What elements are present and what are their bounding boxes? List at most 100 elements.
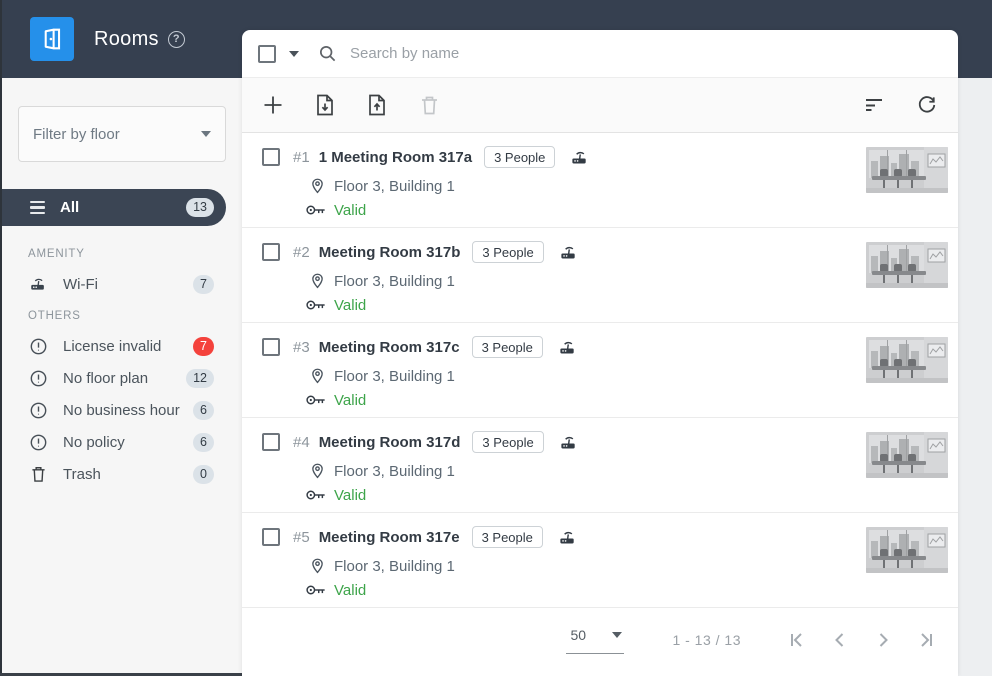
search-bar xyxy=(242,30,958,78)
previous-page-button[interactable] xyxy=(830,630,850,650)
page-size-value: 50 xyxy=(570,627,586,643)
location-pin-icon xyxy=(310,367,325,385)
sidebar-item[interactable]: No business hour 6 xyxy=(0,394,242,426)
first-page-button[interactable] xyxy=(787,630,807,650)
amenity-items: Wi-Fi 7 xyxy=(0,268,242,300)
room-list-item[interactable]: #1 1 Meeting Room 317a 3 People Floor 3,… xyxy=(242,133,958,228)
capacity-badge: 3 People xyxy=(472,241,543,263)
search-icon xyxy=(318,44,337,63)
sidebar-item-all[interactable]: All 13 xyxy=(0,189,226,226)
license-key-icon xyxy=(306,204,326,216)
export-file-icon[interactable] xyxy=(366,94,388,116)
license-status: Valid xyxy=(334,487,366,504)
room-name: Meeting Room 317e xyxy=(319,529,460,546)
room-list-item[interactable]: #4 Meeting Room 317d 3 People Floor 3, B… xyxy=(242,418,958,513)
sidebar-item-label: License invalid xyxy=(63,338,161,355)
filter-by-floor-select[interactable]: Filter by floor xyxy=(18,106,226,162)
sidebar-item[interactable]: Wi-Fi 7 xyxy=(0,268,242,300)
room-index: #2 xyxy=(293,244,310,261)
alert-circle-icon xyxy=(28,400,48,420)
brand: Rooms ? xyxy=(30,17,185,61)
capacity-badge: 3 People xyxy=(472,431,543,453)
room-thumbnail xyxy=(866,432,948,478)
sidebar-item-label: Trash xyxy=(63,466,101,483)
count-badge: 7 xyxy=(193,275,214,294)
room-list-item[interactable]: #3 Meeting Room 317c 3 People Floor 3, B… xyxy=(242,323,958,418)
selection-menu-caret-icon[interactable] xyxy=(289,51,299,57)
license-key-icon xyxy=(306,299,326,311)
room-index: #5 xyxy=(293,529,310,546)
capacity-badge: 3 People xyxy=(472,526,543,548)
room-thumbnail xyxy=(866,527,948,573)
sidebar-item[interactable]: Trash 0 xyxy=(0,458,242,490)
window-left-edge xyxy=(0,0,2,676)
page-title-text: Rooms xyxy=(94,28,159,51)
wifi-router-icon xyxy=(558,529,577,546)
sidebar-item[interactable]: License invalid 7 xyxy=(0,330,242,362)
next-page-button[interactable] xyxy=(873,630,893,650)
room-name: 1 Meeting Room 317a xyxy=(319,149,472,166)
room-name: Meeting Room 317b xyxy=(319,244,461,261)
room-list-item[interactable]: #2 Meeting Room 317b 3 People Floor 3, B… xyxy=(242,228,958,323)
room-name: Meeting Room 317d xyxy=(319,434,461,451)
capacity-badge: 3 People xyxy=(484,146,555,168)
sidebar-item[interactable]: No floor plan 12 xyxy=(0,362,242,394)
sidebar-item-label: No floor plan xyxy=(63,370,148,387)
location-pin-icon xyxy=(310,177,325,195)
license-status: Valid xyxy=(334,297,366,314)
trash-icon xyxy=(28,464,48,484)
sidebar-item-label: Wi-Fi xyxy=(63,276,98,293)
license-key-icon xyxy=(306,584,326,596)
last-page-button[interactable] xyxy=(916,630,936,650)
license-status: Valid xyxy=(334,392,366,409)
room-index: #3 xyxy=(293,339,310,356)
help-icon[interactable]: ? xyxy=(168,31,185,48)
wifi-router-icon xyxy=(28,274,48,294)
page-title: Rooms ? xyxy=(94,28,185,51)
page-size-select[interactable]: 50 xyxy=(566,627,624,654)
select-all-checkbox[interactable] xyxy=(258,45,276,63)
sidebar-item-label: No policy xyxy=(63,434,125,451)
count-badge: 0 xyxy=(193,465,214,484)
alert-circle-icon xyxy=(28,336,48,356)
row-checkbox[interactable] xyxy=(262,528,280,546)
sidebar-item-label: All xyxy=(60,199,79,216)
others-items: License invalid 7 No floor xyxy=(0,330,242,490)
room-location: Floor 3, Building 1 xyxy=(334,558,455,575)
pagination-range-label: 1 - 13 / 13 xyxy=(672,632,741,648)
wifi-router-icon xyxy=(558,339,577,356)
row-checkbox[interactable] xyxy=(262,148,280,166)
license-status: Valid xyxy=(334,582,366,599)
room-name: Meeting Room 317c xyxy=(319,339,460,356)
rooms-panel: #1 1 Meeting Room 317a 3 People Floor 3,… xyxy=(242,30,958,676)
filter-by-floor-label: Filter by floor xyxy=(33,126,120,143)
row-checkbox[interactable] xyxy=(262,433,280,451)
count-badge: 13 xyxy=(186,198,214,217)
room-location: Floor 3, Building 1 xyxy=(334,178,455,195)
location-pin-icon xyxy=(310,557,325,575)
refresh-icon[interactable] xyxy=(916,94,938,116)
license-key-icon xyxy=(306,489,326,501)
room-index: #1 xyxy=(293,149,310,166)
delete-trash-icon[interactable] xyxy=(418,94,440,116)
chevron-down-icon xyxy=(612,632,622,638)
alert-circle-icon xyxy=(28,432,48,452)
room-location: Floor 3, Building 1 xyxy=(334,273,455,290)
search-input[interactable] xyxy=(350,45,942,62)
rooms-app-logo[interactable] xyxy=(30,17,74,61)
sidebar-item[interactable]: No policy 6 xyxy=(0,426,242,458)
location-pin-icon xyxy=(310,462,325,480)
import-file-icon[interactable] xyxy=(314,94,336,116)
chevron-down-icon xyxy=(201,131,211,137)
sidebar-section-amenity: AMENITY xyxy=(28,248,242,260)
room-thumbnail xyxy=(866,147,948,193)
room-list-item[interactable]: #5 Meeting Room 317e 3 People Floor 3, B… xyxy=(242,513,958,608)
toolbar xyxy=(242,78,958,133)
sidebar-section-others: OTHERS xyxy=(28,310,242,322)
row-checkbox[interactable] xyxy=(262,243,280,261)
row-checkbox[interactable] xyxy=(262,338,280,356)
add-room-button[interactable] xyxy=(262,94,284,116)
count-badge: 6 xyxy=(193,401,214,420)
sort-icon[interactable] xyxy=(864,94,886,116)
room-thumbnail xyxy=(866,337,948,383)
